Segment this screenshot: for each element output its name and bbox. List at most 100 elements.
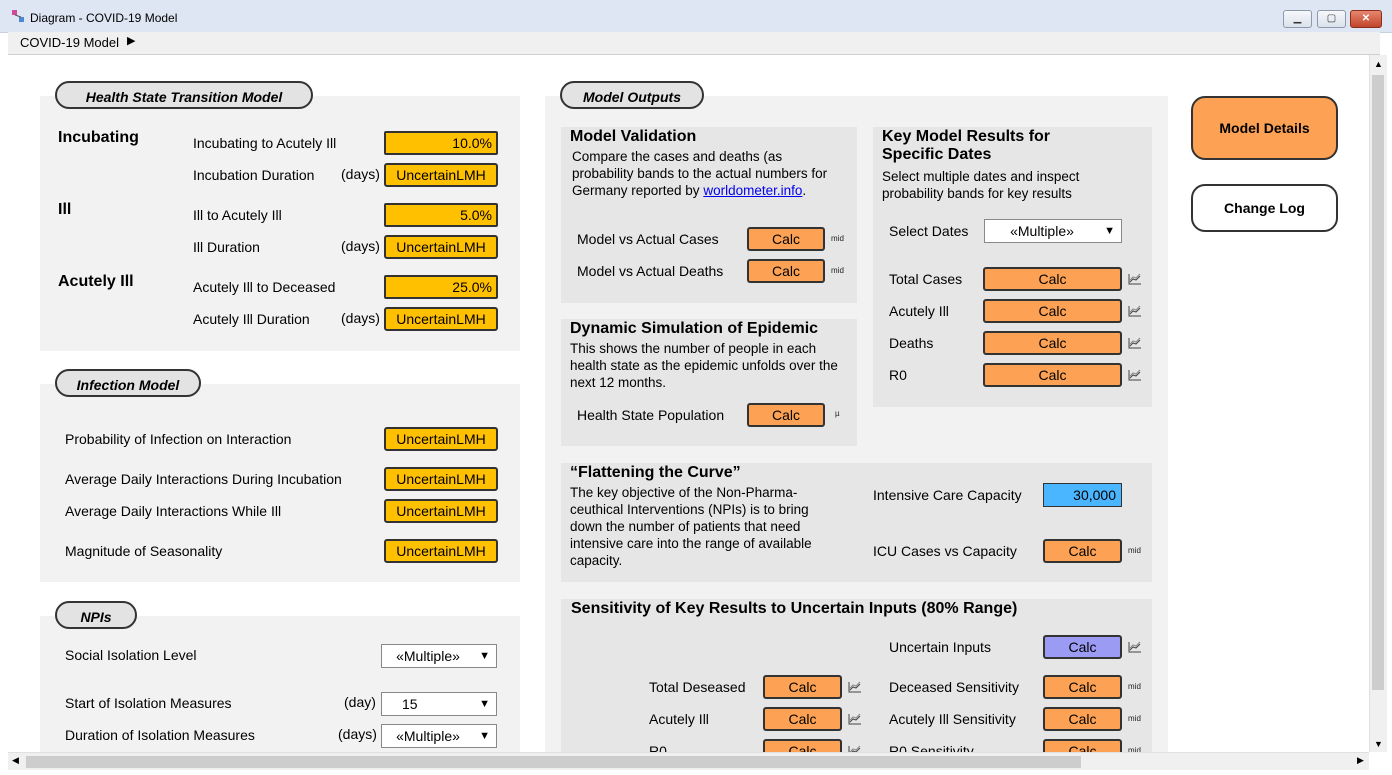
- model-details-button[interactable]: Model Details: [1191, 96, 1338, 160]
- r0-sensitivity-button[interactable]: Calc: [1043, 739, 1122, 752]
- incubating-heading: Incubating: [58, 129, 139, 146]
- model-vs-deaths-tag[interactable]: mid: [831, 266, 844, 275]
- scroll-up-icon[interactable]: ▲: [1374, 59, 1383, 69]
- chart-icon[interactable]: [1128, 273, 1142, 285]
- model-vs-cases-button[interactable]: Calc: [747, 227, 825, 251]
- acutely-ill-sensitivity-button[interactable]: Calc: [1043, 707, 1122, 731]
- isolation-duration-dropdown[interactable]: «Multiple» ▼: [381, 724, 497, 748]
- breadcrumb-item[interactable]: COVID-19 Model: [20, 35, 119, 50]
- model-vs-deaths-button[interactable]: Calc: [747, 259, 825, 283]
- validation-desc-dot: .: [802, 183, 807, 198]
- scroll-down-icon[interactable]: ▼: [1374, 739, 1383, 749]
- window-title-bar[interactable]: Diagram - COVID-19 Model ▁ ▢ ✕: [0, 0, 1392, 33]
- minimize-button[interactable]: ▁: [1283, 10, 1312, 28]
- r0-sens-left-label: R0: [649, 743, 667, 752]
- deceased-sensitivity-tag[interactable]: mid: [1128, 682, 1141, 691]
- chart-icon[interactable]: [1128, 337, 1142, 349]
- scroll-right-icon[interactable]: ▶: [1357, 755, 1364, 766]
- acutely-ill-result-label: Acutely Ill: [889, 303, 949, 319]
- worldometer-link[interactable]: worldometer.info: [703, 183, 802, 198]
- model-vs-cases-tag[interactable]: mid: [831, 234, 844, 243]
- chart-icon[interactable]: [848, 681, 862, 693]
- npis-title[interactable]: NPIs: [55, 601, 137, 629]
- health-state-population-tag[interactable]: µ: [835, 409, 840, 418]
- acutely-ill-duration-button[interactable]: UncertainLMH: [384, 307, 498, 331]
- dynamic-title: Dynamic Simulation of Epidemic: [570, 320, 819, 337]
- vertical-scrollbar[interactable]: ▲ ▼: [1369, 55, 1387, 752]
- incubating-to-acutely-ill-label: Incubating to Acutely Ill: [193, 135, 337, 151]
- total-deseased-button[interactable]: Calc: [763, 675, 842, 699]
- acutely-ill-to-deceased-label: Acutely Ill to Deceased: [193, 279, 336, 295]
- total-cases-label: Total Cases: [889, 271, 963, 287]
- scroll-left-icon[interactable]: ◀: [12, 755, 19, 766]
- chart-icon[interactable]: [1128, 641, 1142, 653]
- dynamic-desc: This shows the number of people in each …: [570, 341, 838, 390]
- isolation-duration-unit: (days): [338, 726, 377, 742]
- isolation-start-value: 15: [402, 696, 418, 712]
- icu-cases-tag[interactable]: mid: [1128, 546, 1141, 555]
- total-cases-button[interactable]: Calc: [983, 267, 1122, 291]
- uncertain-inputs-button[interactable]: Calc: [1043, 635, 1122, 659]
- key-results-title: Key Model Results for Specific Dates: [882, 128, 1051, 163]
- incubating-to-acutely-ill-input[interactable]: 10.0%: [384, 131, 498, 155]
- ill-duration-label: Ill Duration: [193, 239, 260, 255]
- r0-result-button[interactable]: Calc: [983, 363, 1122, 387]
- social-isolation-dropdown[interactable]: «Multiple» ▼: [381, 644, 497, 668]
- chevron-down-icon: ▼: [479, 698, 490, 710]
- app-icon: [12, 10, 24, 22]
- icu-capacity-input[interactable]: 30,000: [1043, 483, 1122, 507]
- seasonality-button[interactable]: UncertainLMH: [384, 539, 498, 563]
- icu-capacity-label: Intensive Care Capacity: [873, 487, 1022, 503]
- acutely-ill-result-button[interactable]: Calc: [983, 299, 1122, 323]
- acutely-ill-to-deceased-input[interactable]: 25.0%: [384, 275, 498, 299]
- incubation-duration-button[interactable]: UncertainLMH: [384, 163, 498, 187]
- chart-icon[interactable]: [848, 713, 862, 725]
- chart-icon[interactable]: [1128, 369, 1142, 381]
- chart-icon[interactable]: [848, 745, 862, 752]
- maximize-button[interactable]: ▢: [1317, 10, 1346, 28]
- flatten-title: “Flattening the Curve”: [570, 464, 741, 481]
- horizontal-scroll-thumb[interactable]: [26, 756, 1081, 768]
- select-dates-dropdown[interactable]: «Multiple» ▼: [984, 219, 1122, 243]
- seasonality-label: Magnitude of Seasonality: [65, 543, 223, 559]
- probability-of-infection-button[interactable]: UncertainLMH: [384, 427, 498, 451]
- interactions-incubation-button[interactable]: UncertainLMH: [384, 467, 498, 491]
- isolation-duration-value: «Multiple»: [396, 728, 460, 744]
- deceased-sensitivity-button[interactable]: Calc: [1043, 675, 1122, 699]
- outputs-title[interactable]: Model Outputs: [560, 81, 704, 109]
- change-log-button[interactable]: Change Log: [1191, 184, 1338, 232]
- r0-sensitivity-label: R0 Sensitivity: [889, 743, 974, 752]
- ill-duration-button[interactable]: UncertainLMH: [384, 235, 498, 259]
- acutely-ill-heading: Acutely Ill: [58, 273, 134, 290]
- breadcrumb-arrow-icon[interactable]: ▶: [127, 34, 135, 47]
- acutely-ill-sensitivity-tag[interactable]: mid: [1128, 714, 1141, 723]
- horizontal-scrollbar[interactable]: ◀ ▶: [8, 752, 1369, 770]
- health-state-title[interactable]: Health State Transition Model: [55, 81, 313, 109]
- social-isolation-label: Social Isolation Level: [65, 647, 197, 663]
- incubation-duration-label: Incubation Duration: [193, 167, 315, 183]
- icu-cases-button[interactable]: Calc: [1043, 539, 1122, 563]
- total-deseased-label: Total Deseased: [649, 679, 746, 695]
- chevron-down-icon: ▼: [1104, 225, 1115, 237]
- ill-to-acutely-ill-label: Ill to Acutely Ill: [193, 207, 282, 223]
- breadcrumb: COVID-19 Model ▶: [8, 32, 1380, 55]
- infection-title[interactable]: Infection Model: [55, 369, 201, 397]
- validation-title: Model Validation: [570, 128, 697, 145]
- acutely-ill-sens-left-button[interactable]: Calc: [763, 707, 842, 731]
- r0-sens-left-button[interactable]: Calc: [763, 739, 842, 752]
- interactions-ill-button[interactable]: UncertainLMH: [384, 499, 498, 523]
- chevron-down-icon: ▼: [479, 730, 490, 742]
- ill-to-acutely-ill-input[interactable]: 5.0%: [384, 203, 498, 227]
- r0-result-label: R0: [889, 367, 907, 383]
- chart-icon[interactable]: [1128, 305, 1142, 317]
- isolation-start-dropdown[interactable]: 15 ▼: [381, 692, 497, 716]
- interactions-incubation-label: Average Daily Interactions During Incuba…: [65, 471, 342, 487]
- deaths-result-button[interactable]: Calc: [983, 331, 1122, 355]
- interactions-ill-label: Average Daily Interactions While Ill: [65, 503, 282, 519]
- vertical-scroll-thumb[interactable]: [1372, 75, 1384, 690]
- isolation-start-unit: (day): [344, 694, 376, 710]
- close-button[interactable]: ✕: [1350, 10, 1382, 28]
- health-state-population-button[interactable]: Calc: [747, 403, 825, 427]
- select-dates-value: «Multiple»: [1010, 223, 1074, 239]
- acutely-ill-duration-unit: (days): [341, 310, 380, 326]
